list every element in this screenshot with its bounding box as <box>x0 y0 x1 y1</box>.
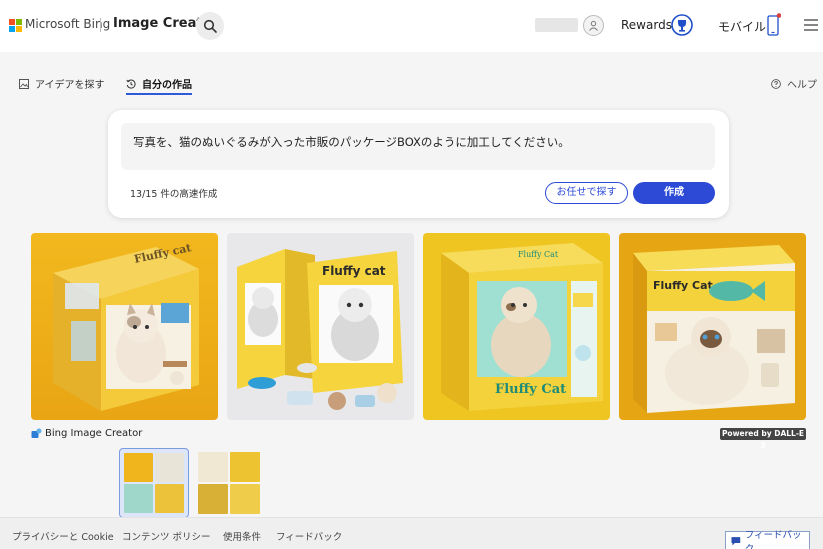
prompt-card: 写真を、猫のぬいぐるみが入った市販のパッケージBOXのように加工してください。 … <box>108 110 729 218</box>
mobile-label[interactable]: モバイル <box>718 18 766 35</box>
search-icon <box>203 19 217 33</box>
avatar[interactable] <box>583 15 604 36</box>
box-brand-text: Fluffy Cat <box>653 279 713 292</box>
image-icon <box>19 78 29 89</box>
tab-my-creations[interactable]: 自分の作品 <box>126 76 192 91</box>
privacy-cookies-link[interactable]: プライバシーと Cookie <box>12 529 114 543</box>
box-brand-text: Fluffy cat <box>322 264 386 278</box>
terms-of-use-link[interactable]: 使用条件 <box>223 529 261 543</box>
create-button[interactable]: 作成 <box>633 182 715 204</box>
header-divider <box>100 18 101 32</box>
feedback-link[interactable]: フィードバック <box>276 529 342 543</box>
feedback-button[interactable]: フィードバック <box>725 530 810 549</box>
active-tab-indicator <box>126 93 192 95</box>
prompt-textarea[interactable]: 写真を、猫のぬいぐるみが入った市販のパッケージBOXのように加工してください。 … <box>121 123 715 170</box>
tab-label: 自分の作品 <box>142 80 192 91</box>
top-header: Microsoft Bing Image Creator Rewards モバイ… <box>0 0 823 52</box>
content-policy-link[interactable]: コンテンツ ポリシー <box>122 529 211 543</box>
user-name-placeholder[interactable] <box>535 18 578 32</box>
result-image-1[interactable]: Fluffy cat <box>31 233 218 420</box>
result-image-2[interactable]: Fluffy cat <box>227 233 414 420</box>
help-icon <box>771 78 781 89</box>
history-thumbnail-1[interactable] <box>119 448 189 518</box>
powered-by-badge: Powered by DALL-E 3 <box>720 428 806 450</box>
surprise-me-button[interactable]: お任せで探す <box>545 182 628 204</box>
help-link[interactable]: ヘルプ <box>771 76 817 91</box>
user-icon <box>589 20 598 31</box>
brand-name[interactable]: Microsoft Bing <box>25 17 110 31</box>
mobile-phone-icon[interactable] <box>767 13 781 37</box>
feedback-button-label: フィードバック <box>744 529 802 549</box>
tab-label: アイデアを探す <box>35 80 105 91</box>
microsoft-logo-icon[interactable] <box>9 19 22 32</box>
tab-explore-ideas[interactable]: アイデアを探す <box>19 76 105 91</box>
svg-text:Fluffy Cat: Fluffy Cat <box>518 250 559 259</box>
rewards-label[interactable]: Rewards <box>621 18 672 32</box>
bing-image-creator-icon <box>31 428 42 438</box>
result-image-4[interactable]: Fluffy Cat <box>619 233 806 420</box>
hamburger-menu-icon[interactable] <box>804 19 818 31</box>
boost-count: 13/15 件の高速作成 <box>130 189 218 200</box>
help-label: ヘルプ <box>787 80 817 91</box>
rewards-trophy-icon[interactable] <box>671 14 693 36</box>
credit-label: Bing Image Creator <box>45 428 143 439</box>
footer: プライバシーと Cookie コンテンツ ポリシー 使用条件 フィードバック フ… <box>0 517 823 549</box>
result-image-3[interactable]: Fluffy Cat Fluffy Cat <box>423 233 610 420</box>
history-icon <box>126 79 136 89</box>
history-thumbnail-2[interactable] <box>194 448 264 518</box>
chat-bubble-icon <box>731 536 741 545</box>
image-creator-credit[interactable]: Bing Image Creator <box>31 428 142 439</box>
box-brand-text: Fluffy Cat <box>495 382 566 397</box>
search-button[interactable] <box>196 12 224 40</box>
